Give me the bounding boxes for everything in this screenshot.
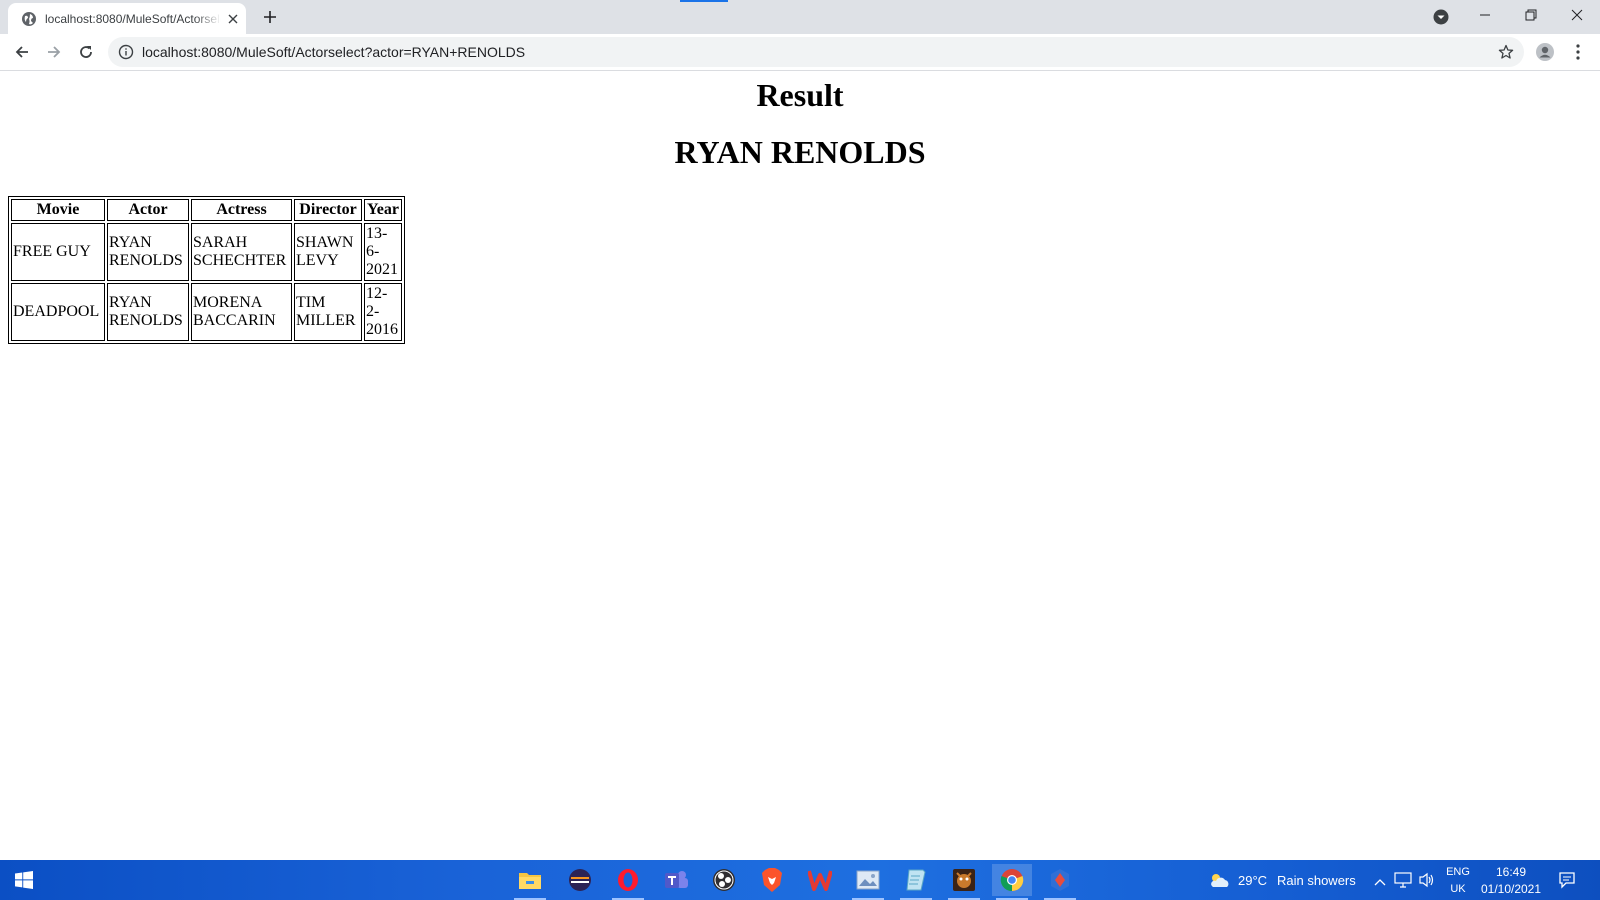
opera-icon[interactable] — [608, 864, 648, 900]
close-tab-icon[interactable] — [225, 11, 241, 27]
browser-toolbar: localhost:8080/MuleSoft/Actorselect?acto… — [0, 34, 1600, 71]
table-row: DEADPOOL RYAN RENOLDS MORENA BACCARIN TI… — [11, 283, 402, 341]
language-code[interactable]: ENG — [1440, 864, 1476, 880]
minimize-icon[interactable] — [1462, 0, 1508, 30]
brave-icon[interactable] — [752, 864, 792, 896]
network-icon[interactable] — [1394, 872, 1412, 893]
bookmark-star-icon[interactable] — [1498, 44, 1514, 60]
new-tab-icon[interactable] — [260, 7, 280, 27]
notepad-icon[interactable] — [896, 864, 936, 900]
more-menu-icon[interactable] — [1568, 40, 1588, 64]
file-explorer-icon[interactable] — [510, 864, 550, 900]
cell-director: SHAWN LEVY — [294, 223, 362, 281]
notifications-icon[interactable] — [1558, 871, 1576, 894]
globe-icon — [21, 11, 37, 27]
header-movie: Movie — [11, 199, 105, 221]
weather-description[interactable]: Rain showers — [1277, 873, 1356, 888]
windows-start-icon[interactable] — [0, 860, 48, 900]
profile-avatar-icon[interactable] — [1533, 40, 1557, 64]
cell-director: TIM MILLER — [294, 283, 362, 341]
table-row: FREE GUY RYAN RENOLDS SARAH SCHECHTER SH… — [11, 223, 402, 281]
close-window-icon[interactable] — [1554, 0, 1600, 30]
volume-icon[interactable] — [1418, 872, 1436, 893]
address-bar[interactable]: localhost:8080/MuleSoft/Actorselect?acto… — [108, 37, 1524, 67]
cell-actor: RYAN RENOLDS — [107, 283, 189, 341]
cell-actress: MORENA BACCARIN — [191, 283, 292, 341]
clock-date[interactable]: 01/10/2021 — [1478, 881, 1544, 897]
game-icon[interactable] — [944, 864, 984, 900]
page-title: Result — [756, 77, 844, 113]
wps-office-icon[interactable] — [800, 864, 840, 896]
chevron-up-icon[interactable] — [1374, 874, 1386, 892]
weather-temperature[interactable]: 29°C — [1238, 873, 1267, 888]
header-year: Year — [364, 199, 402, 221]
results-table: Movie Actor Actress Director Year FREE G… — [8, 196, 405, 344]
chrome-icon[interactable] — [992, 864, 1032, 900]
url-text[interactable]: localhost:8080/MuleSoft/Actorselect?acto… — [142, 44, 525, 60]
header-actor: Actor — [107, 199, 189, 221]
tab-strip: localhost:8080/MuleSoft/Actorselect?acto… — [0, 0, 1600, 34]
page-content: Result RYAN RENOLDS Movie Actor Actress … — [0, 71, 1600, 861]
restore-icon[interactable] — [1508, 0, 1554, 30]
cell-actress: SARAH SCHECHTER — [191, 223, 292, 281]
cell-year: 12-2-2016 — [364, 283, 402, 341]
loading-indicator — [680, 0, 728, 2]
browser-tab[interactable]: localhost:8080/MuleSoft/Actorselect?acto… — [8, 3, 246, 34]
tab-title: localhost:8080/MuleSoft/Actorselect?acto… — [45, 11, 221, 26]
table-header-row: Movie Actor Actress Director Year — [11, 199, 402, 221]
clock-time[interactable]: 16:49 — [1478, 864, 1544, 880]
app-icon[interactable] — [1040, 864, 1080, 900]
reload-icon[interactable] — [74, 40, 98, 64]
site-info-icon[interactable] — [118, 44, 134, 60]
teams-icon[interactable] — [656, 864, 696, 896]
cell-movie: DEADPOOL — [11, 283, 105, 341]
forward-arrow-icon[interactable] — [42, 40, 66, 64]
cell-movie: FREE GUY — [11, 223, 105, 281]
header-actress: Actress — [191, 199, 292, 221]
windows-taskbar: 29°C Rain showers ENG UK 16:49 01/10/202… — [0, 860, 1600, 900]
weather-icon[interactable] — [1208, 872, 1230, 893]
eclipse-icon[interactable] — [560, 864, 600, 896]
tab-search-icon[interactable] — [1430, 6, 1452, 28]
cell-year: 13-6-2021 — [364, 223, 402, 281]
header-director: Director — [294, 199, 362, 221]
back-arrow-icon[interactable] — [10, 40, 34, 64]
cell-actor: RYAN RENOLDS — [107, 223, 189, 281]
obs-studio-icon[interactable] — [704, 864, 744, 896]
actor-heading: RYAN RENOLDS — [674, 134, 926, 170]
language-region[interactable]: UK — [1440, 881, 1476, 897]
photos-icon[interactable] — [848, 864, 888, 900]
